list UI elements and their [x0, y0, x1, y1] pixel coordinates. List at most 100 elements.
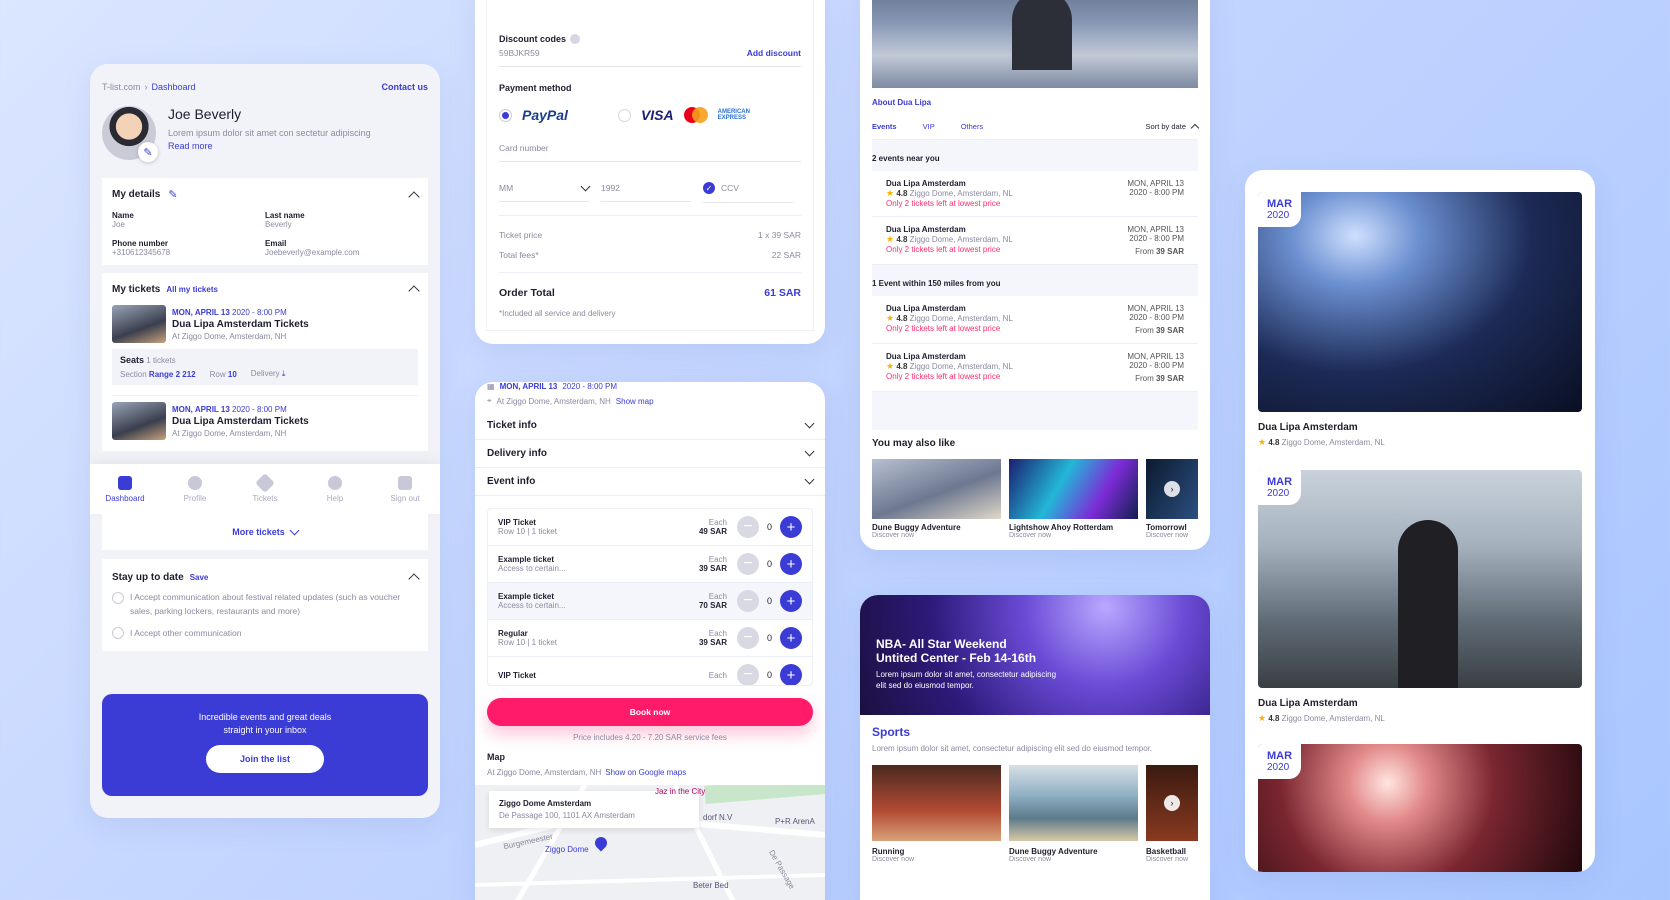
nav-tickets[interactable]: Tickets [230, 472, 300, 503]
event-row[interactable]: Dua Lipa Amsterdam ★ 4.8 Ziggo Dome, Amst… [872, 171, 1198, 217]
collapse-tickets-icon[interactable] [408, 285, 420, 297]
card-number-input[interactable]: Card number [499, 143, 801, 162]
decrease-button[interactable]: − [736, 553, 759, 575]
email-label: Email [265, 239, 287, 248]
hero-title-line2: Untited Center - Feb 14-16th [876, 651, 1037, 665]
increase-button[interactable]: + [780, 590, 802, 612]
ticket-thumbnail [112, 305, 166, 343]
card-radio[interactable] [617, 108, 631, 122]
google-maps-link[interactable]: Show on Google maps [605, 768, 686, 777]
all-tickets-link[interactable]: All my tickets [166, 285, 218, 294]
event-title[interactable]: Dua Lipa Amsterdam [1258, 698, 1582, 709]
sport-card[interactable]: › Basketball Discover now [1146, 765, 1198, 863]
read-more-link[interactable]: Read more [168, 141, 371, 151]
ccv-check-icon[interactable]: ✓ [703, 182, 715, 194]
consent-checkbox-updates[interactable] [112, 592, 124, 604]
sports-hero[interactable]: NBA- All Star Weekend Untited Center - F… [860, 595, 1210, 715]
nav-help[interactable]: Help [300, 475, 370, 503]
ticket-item[interactable]: MON, APRIL 13 2020 - 8:00 PM Dua Lipa Am… [112, 402, 418, 440]
event-title[interactable]: Dua Lipa Amsterdam [1258, 422, 1582, 433]
tab-others[interactable]: Others [961, 122, 984, 131]
event-info-accordion[interactable]: Event info [475, 468, 825, 496]
phone-label: Phone number [112, 239, 169, 248]
section-label: Section [120, 369, 147, 379]
delivery-info-accordion[interactable]: Delivery info [475, 440, 825, 468]
event-row[interactable]: Dua Lipa Amsterdam ★ 4.8 Ziggo Dome, Amst… [872, 296, 1198, 344]
profile-name: Joe Beverly [168, 106, 242, 122]
ticket-option: Regular Row 10 | 1 ticket Each 39 SAR −0 + [488, 620, 812, 657]
booking-card: ▦ MON, APRIL 13 2020 - 8:00 PM ⌖ At Ziggo D… [475, 382, 825, 900]
event-image[interactable]: MAR 2020 [1258, 744, 1582, 872]
ticket-info-accordion[interactable]: Ticket info [475, 412, 825, 440]
fees-label: Total fees* [499, 250, 539, 260]
event-image[interactable]: MAR 2020 [1258, 192, 1582, 412]
nav-profile[interactable]: Profile [160, 475, 230, 503]
rec-card[interactable]: Lightshow Ahoy Rotterdam Discover now [1009, 459, 1138, 539]
discount-label: Discount codes [499, 34, 567, 44]
rec-card[interactable]: Dune Buggy Adventure Discover now [872, 459, 1001, 539]
event-image[interactable]: MAR 2020 [1258, 470, 1582, 688]
discount-input[interactable]: 59BJKR59 [499, 48, 540, 58]
events-card: About Dua Lipa Events VIP Others Sort by… [860, 0, 1210, 550]
paypal-radio[interactable] [499, 108, 512, 122]
carousel-next-icon[interactable]: › [1164, 481, 1180, 497]
contact-us-link[interactable]: Contact us [381, 82, 428, 92]
increase-button[interactable]: + [780, 627, 802, 649]
collapse-details-icon[interactable] [408, 190, 420, 203]
consent-checkbox-other[interactable] [112, 627, 124, 640]
download-icon[interactable]: ⤓ [282, 369, 286, 378]
info-icon[interactable] [570, 34, 581, 44]
decrease-button[interactable]: − [736, 664, 759, 685]
show-map-link[interactable]: Show map [616, 397, 654, 406]
nav-sign-out[interactable]: Sign out [370, 475, 440, 503]
increase-button[interactable]: + [780, 664, 802, 685]
avatar: ✎ [102, 106, 158, 162]
edit-avatar-icon[interactable]: ✎ [138, 142, 158, 162]
more-tickets-link[interactable]: More tickets [232, 527, 285, 537]
ticket-option: Example ticket Access to certain... Each 7… [488, 583, 812, 620]
nav-dashboard[interactable]: Dashboard [90, 475, 160, 503]
row-label: Row [209, 369, 226, 379]
month-select[interactable]: MM [499, 181, 591, 202]
chevron-down-icon [804, 418, 815, 429]
more-tickets-row[interactable]: More tickets [102, 514, 428, 550]
about-artist-link[interactable]: About Dua Lipa [872, 98, 1198, 107]
star-icon: ★ [886, 361, 895, 371]
map-view[interactable]: Ziggo Dome Amsterdam De Passage 100, 110… [475, 785, 825, 900]
carousel-next-icon[interactable]: › [1164, 795, 1180, 811]
ticket-title: Dua Lipa Amsterdam Tickets [172, 318, 309, 330]
increase-button[interactable]: + [780, 553, 802, 575]
ticket-date: MON, APRIL 13 [172, 404, 230, 414]
mastercard-logo [683, 107, 708, 123]
book-now-button[interactable]: Book now [487, 698, 813, 726]
add-discount-link[interactable]: Add discount [747, 48, 801, 58]
tab-vip[interactable]: VIP [923, 122, 935, 131]
edit-details-icon[interactable]: ✎ [168, 188, 177, 201]
tab-events[interactable]: Events [872, 122, 897, 131]
decrease-button[interactable]: − [736, 627, 759, 649]
increase-button[interactable]: + [780, 516, 802, 538]
ticket-option: VIP Ticket Row 10 | 1 ticket Each 49 SAR −0… [488, 509, 812, 546]
sport-card[interactable]: Running Discover now [872, 765, 1001, 863]
breadcrumb-current[interactable]: Dashboard [152, 82, 196, 92]
consent-other-label: I Accept other communication [130, 627, 242, 638]
rec-card[interactable]: › Tomorrowl Discover now [1146, 459, 1198, 539]
star-icon: ★ [1258, 713, 1267, 723]
event-row[interactable]: Dua Lipa Amsterdam ★ 4.8 Ziggo Dome, Amst… [872, 344, 1198, 392]
decrease-button[interactable]: − [736, 516, 759, 538]
decrease-button[interactable]: − [736, 590, 759, 612]
promo-line1: Incredible events and great deals [198, 712, 332, 722]
ticket-item[interactable]: MON, APRIL 13 2020 - 8:00 PM Dua Lipa Am… [112, 305, 418, 343]
ccv-input[interactable]: CCV [721, 183, 739, 193]
breadcrumb-root[interactable]: T-list.com [102, 82, 141, 92]
year-input[interactable]: 1992 [601, 183, 691, 202]
checkout-card: Discount codes 59BJKR59 Add discount Pay… [475, 0, 825, 344]
save-link[interactable]: Save [190, 573, 209, 582]
join-list-button[interactable]: Join the list [205, 745, 324, 773]
sort-dropdown[interactable]: Sort by date [1146, 122, 1186, 131]
chevron-down-icon [580, 181, 591, 191]
event-row[interactable]: Dua Lipa Amsterdam ★ 4.8 Ziggo Dome, Amst… [872, 217, 1198, 265]
sport-card[interactable]: Dune Buggy Adventure Discover now [1009, 765, 1138, 863]
name-label: Name [112, 211, 134, 220]
collapse-stay-icon[interactable] [408, 573, 420, 585]
